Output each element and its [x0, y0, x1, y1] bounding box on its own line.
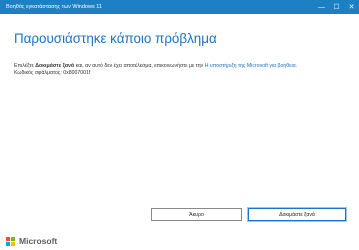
window-controls: — ☐ ✕: [314, 0, 359, 14]
message-middle: και, αν αυτό δεν έχει αποτέλεσμα, επικοι…: [75, 63, 204, 69]
logo-square: [11, 236, 15, 241]
cancel-button[interactable]: Άκυρο: [151, 208, 242, 221]
page-title: Παρουσιάστηκε κάποιο πρόβλημα: [14, 31, 217, 46]
brand-name: Microsoft: [19, 236, 58, 246]
title-bar: Βοηθός εγκατάστασης των Windows 11 — ☐ ✕: [0, 0, 359, 14]
logo-square: [6, 241, 10, 246]
close-button[interactable]: ✕: [344, 0, 359, 14]
maximize-button[interactable]: ☐: [329, 0, 344, 14]
retry-button[interactable]: Δοκιμάστε ξανά: [247, 207, 347, 222]
support-link[interactable]: Η υποστήριξη της Microsoft για βοήθεια.: [205, 63, 297, 69]
minimize-button[interactable]: —: [314, 0, 329, 14]
window-title: Βοηθός εγκατάστασης των Windows 11: [6, 4, 102, 10]
message-retry-emphasis: Δοκιμάστε ξανά: [35, 63, 75, 69]
logo-square: [6, 236, 10, 241]
logo-square: [11, 241, 15, 246]
microsoft-brand: Microsoft: [6, 236, 57, 246]
error-code: Κωδικός σφάλματος: 0x8007001f: [14, 70, 91, 76]
microsoft-logo-icon: [6, 236, 15, 246]
error-message: Επιλέξτε Δοκιμάστε ξανά και, αν αυτό δεν…: [14, 62, 349, 70]
message-prefix: Επιλέξτε: [14, 63, 34, 69]
